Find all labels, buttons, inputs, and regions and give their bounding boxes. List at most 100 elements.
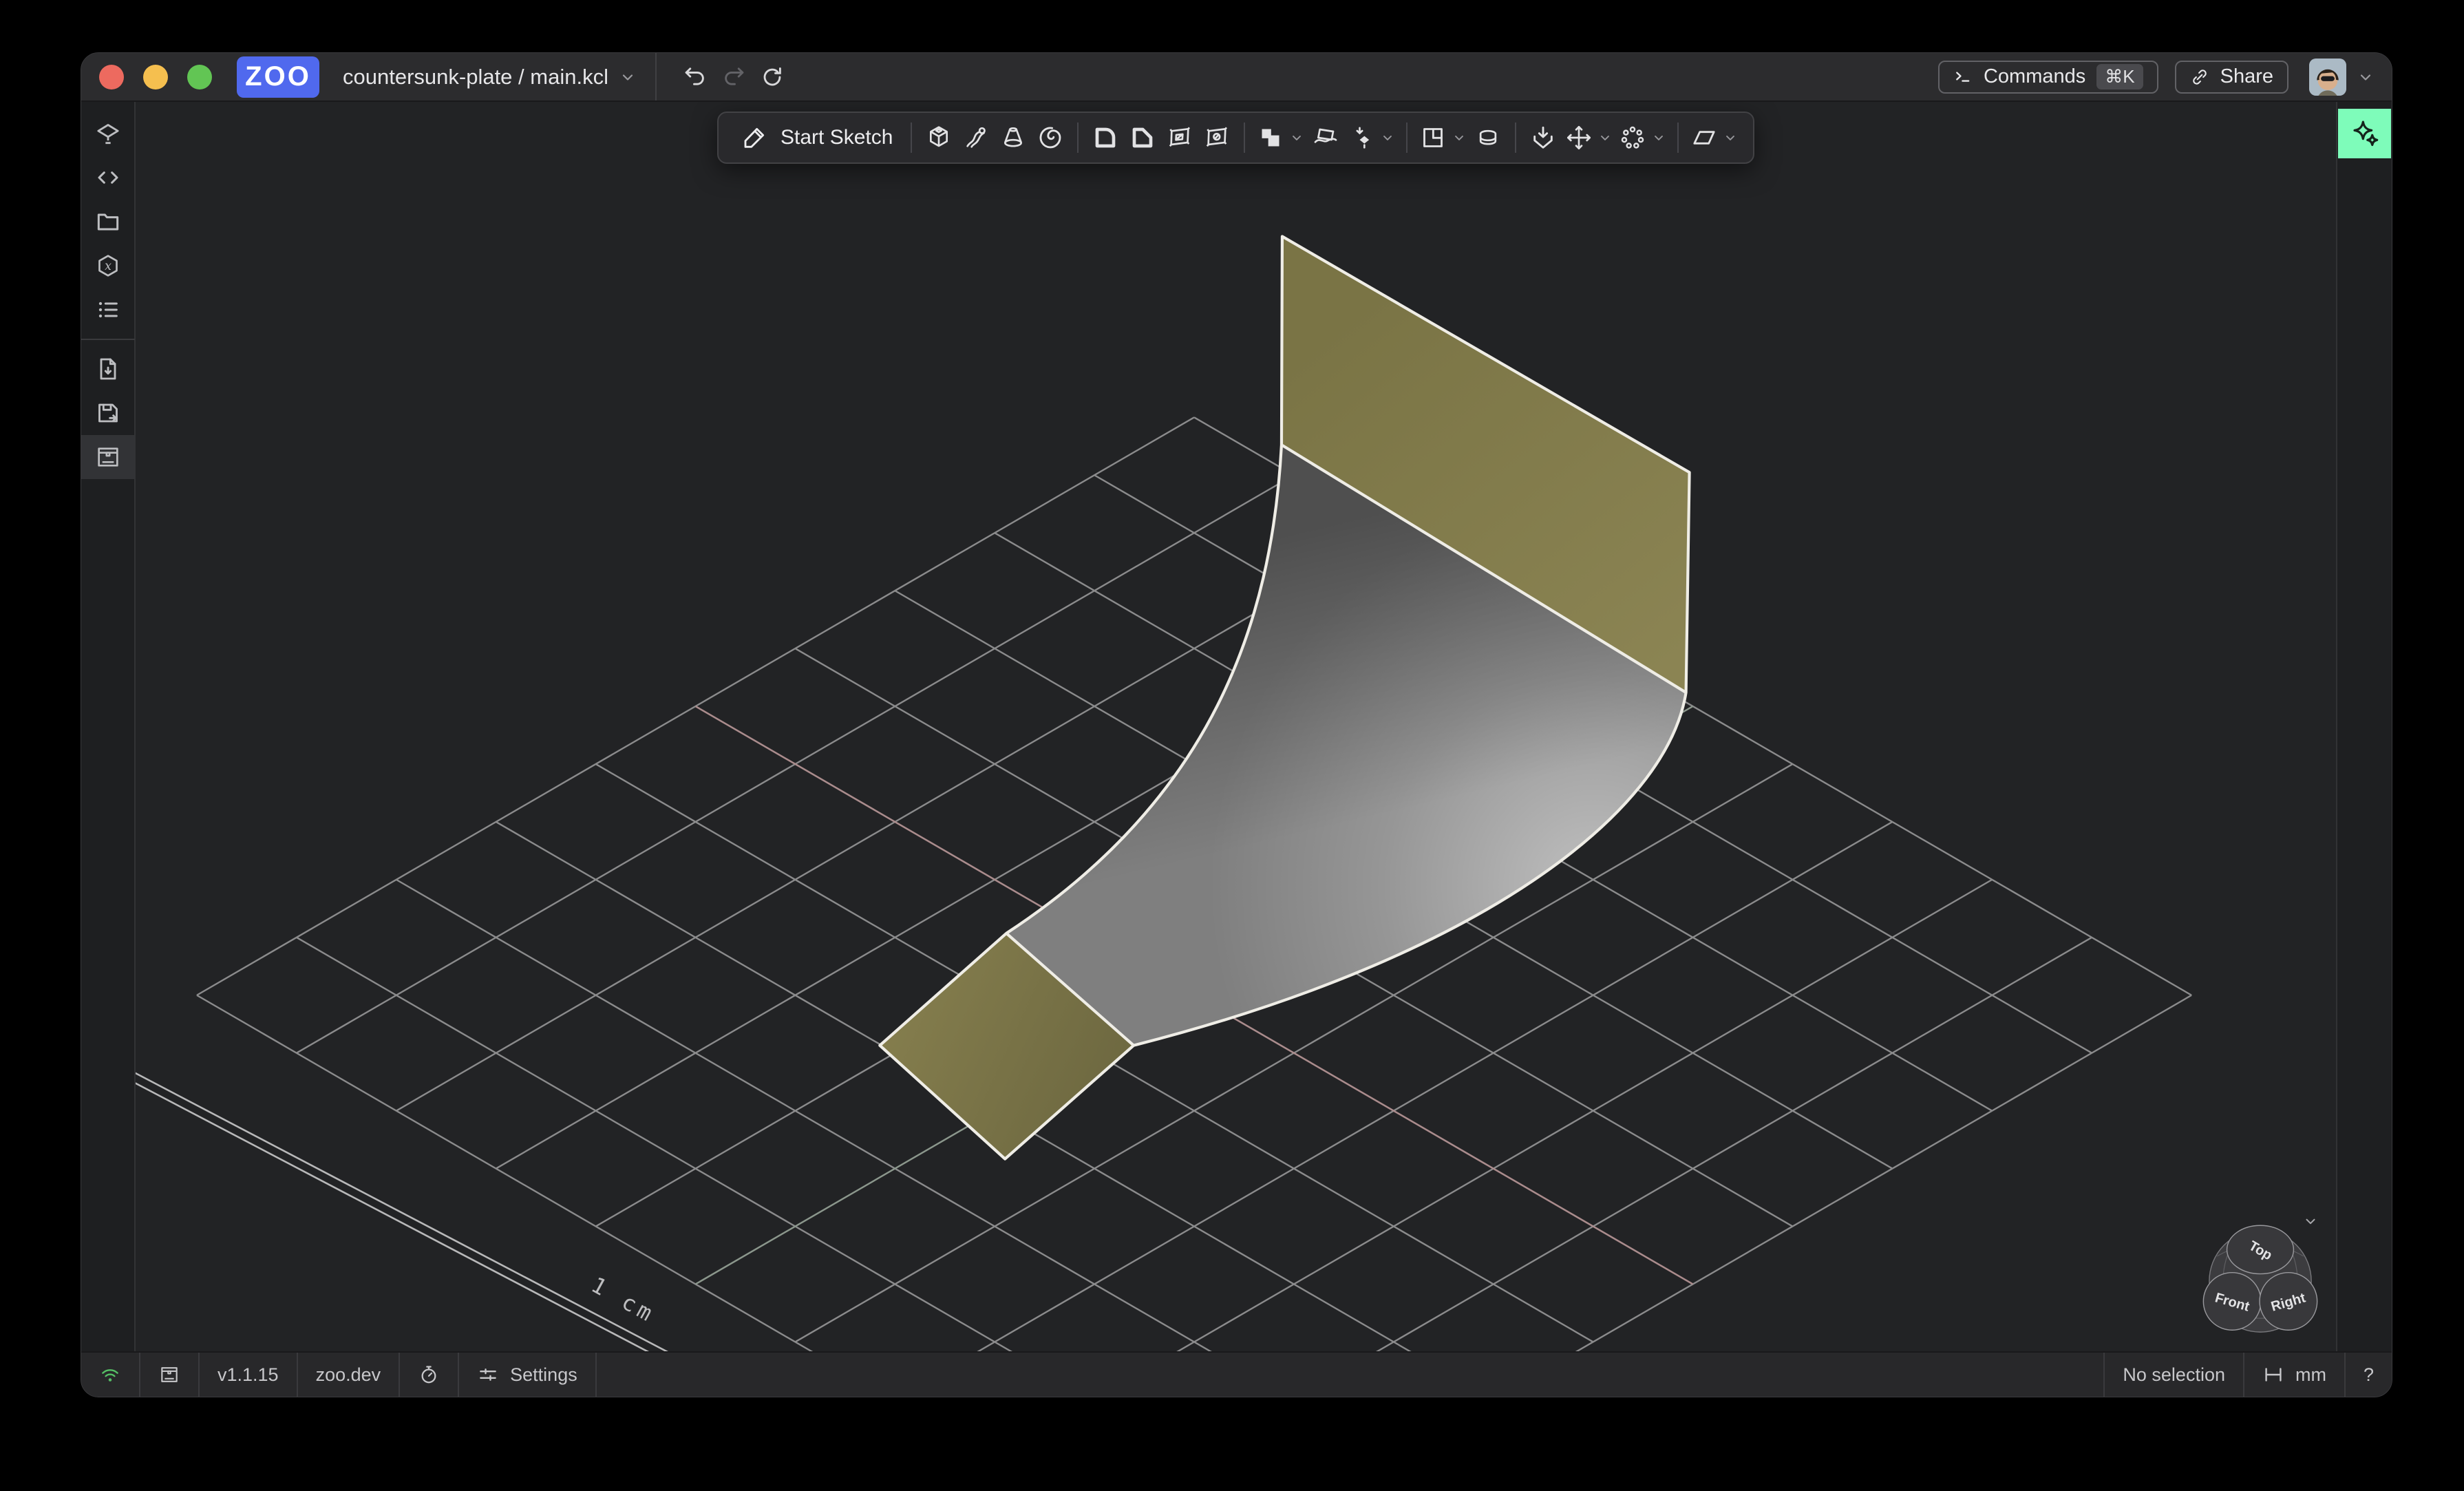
rail-kcl-code[interactable] [81, 156, 135, 200]
tool-offset-plane[interactable] [1416, 118, 1469, 157]
link-icon [2190, 67, 2209, 87]
tool-helix[interactable] [1469, 118, 1507, 157]
gizmo-menu-chevron-icon[interactable] [2303, 1214, 2318, 1229]
view-gizmo[interactable]: Top Front Right [2195, 1216, 2326, 1346]
titlebar-divider [655, 53, 657, 101]
helix-icon [1474, 124, 1502, 151]
avatar-icon [2309, 59, 2346, 96]
terminal-icon [1953, 67, 1973, 87]
rail-export-file[interactable] [81, 347, 135, 391]
toolbar-divider [1244, 123, 1246, 153]
tool-hole[interactable] [1198, 118, 1235, 157]
redo-icon [721, 65, 746, 89]
sliders-icon [477, 1364, 499, 1386]
tool-boolean[interactable] [1253, 118, 1307, 157]
insert-icon [1529, 124, 1557, 151]
tool-sketch-face[interactable] [1687, 118, 1741, 157]
user-avatar[interactable] [2309, 59, 2346, 96]
extrude-icon [925, 124, 953, 151]
status-network[interactable] [81, 1353, 140, 1397]
3d-viewport[interactable]: 1 cm Start Sketch Top Front Right [136, 102, 2336, 1351]
chevron-down-icon [1598, 131, 1612, 145]
status-settings[interactable]: Settings [459, 1353, 597, 1397]
printer3d-icon [158, 1364, 180, 1386]
toolbar-divider [1515, 123, 1517, 153]
fullscreen-button[interactable] [187, 64, 212, 89]
undo-icon [683, 65, 708, 89]
toolbar-divider [1077, 123, 1079, 153]
face-icon [1690, 124, 1718, 151]
share-button[interactable]: Share [2174, 60, 2288, 94]
tool-appearance[interactable] [1344, 118, 1398, 157]
status-machines[interactable] [140, 1353, 200, 1397]
network-icon [99, 1364, 121, 1386]
account-chevron-icon[interactable] [2357, 69, 2374, 85]
hole-icon [1203, 124, 1231, 151]
tool-split[interactable] [1307, 118, 1344, 157]
tool-extrude[interactable] [920, 118, 957, 157]
zoo-logo[interactable]: ZOO [237, 56, 319, 98]
ruler-icon [2262, 1364, 2284, 1386]
minimize-button[interactable] [143, 64, 168, 89]
printer3d-icon [94, 443, 122, 471]
logs-icon [94, 296, 122, 324]
chevron-down-icon [1381, 131, 1394, 145]
scale-ruler: 1 cm [136, 1072, 668, 1351]
status-zoo-link[interactable]: zoo.dev [298, 1353, 401, 1397]
share-label: Share [2220, 65, 2273, 87]
timer-icon [418, 1364, 440, 1386]
redo-button[interactable] [714, 58, 753, 96]
status-help[interactable]: ? [2344, 1353, 2392, 1397]
left-rail [81, 102, 136, 1351]
undo-button[interactable] [676, 58, 714, 96]
toolbar-divider [911, 123, 913, 153]
start-sketch-button[interactable]: Start Sketch [731, 118, 902, 157]
tool-fillet[interactable] [1087, 118, 1124, 157]
pattern-icon [1619, 124, 1646, 151]
chevron-down-icon [1723, 131, 1737, 145]
scale-label: 1 cm [587, 1271, 661, 1328]
status-help-label: ? [2363, 1364, 2374, 1385]
tool-chamfer[interactable] [1124, 118, 1161, 157]
app-window: ZOO countersunk-plate / main.kcl Command… [81, 52, 2392, 1397]
project-menu[interactable]: countersunk-plate / main.kcl [343, 65, 636, 89]
code-icon [94, 164, 122, 191]
status-timer[interactable] [400, 1353, 460, 1397]
pencil-icon [741, 124, 768, 151]
model-countersunk-plate[interactable] [878, 235, 1691, 1161]
scene-canvas[interactable]: 1 cm [136, 102, 2336, 1351]
start-sketch-label: Start Sketch [780, 126, 893, 149]
tool-loft[interactable] [995, 118, 1032, 157]
rail-divider [81, 339, 135, 340]
tool-insert[interactable] [1525, 118, 1562, 157]
tool-move[interactable] [1562, 118, 1615, 157]
feature-tree-icon [94, 120, 122, 147]
rail-feature-tree[interactable] [81, 112, 135, 156]
reload-icon [760, 65, 785, 89]
traffic-lights [99, 64, 212, 89]
refresh-button[interactable] [753, 58, 792, 96]
rail-logs[interactable] [81, 288, 135, 332]
commands-shortcut: ⌘K [2096, 64, 2143, 89]
close-button[interactable] [99, 64, 124, 89]
revolve-icon [1037, 124, 1064, 151]
right-rail [2336, 102, 2392, 1351]
move-icon [1565, 124, 1593, 151]
tool-shell[interactable] [1161, 118, 1198, 157]
status-units[interactable]: mm [2242, 1353, 2344, 1397]
appearance-icon [1348, 124, 1375, 151]
tool-sweep[interactable] [957, 118, 995, 157]
rail-make-print[interactable] [81, 435, 135, 479]
loft-icon [999, 124, 1027, 151]
rail-save-export[interactable] [81, 391, 135, 435]
project-title: countersunk-plate / main.kcl [343, 64, 608, 89]
rail-project-files[interactable] [81, 200, 135, 244]
rail-variables[interactable] [81, 244, 135, 288]
commands-button[interactable]: Commands ⌘K [1937, 60, 2158, 94]
tool-revolve[interactable] [1032, 118, 1069, 157]
status-settings-label: Settings [510, 1364, 577, 1385]
tool-pattern[interactable] [1615, 118, 1669, 157]
chevron-down-icon [1290, 131, 1304, 145]
text-to-cad-button[interactable] [2338, 109, 2391, 158]
status-version[interactable]: v1.1.15 [200, 1353, 298, 1397]
